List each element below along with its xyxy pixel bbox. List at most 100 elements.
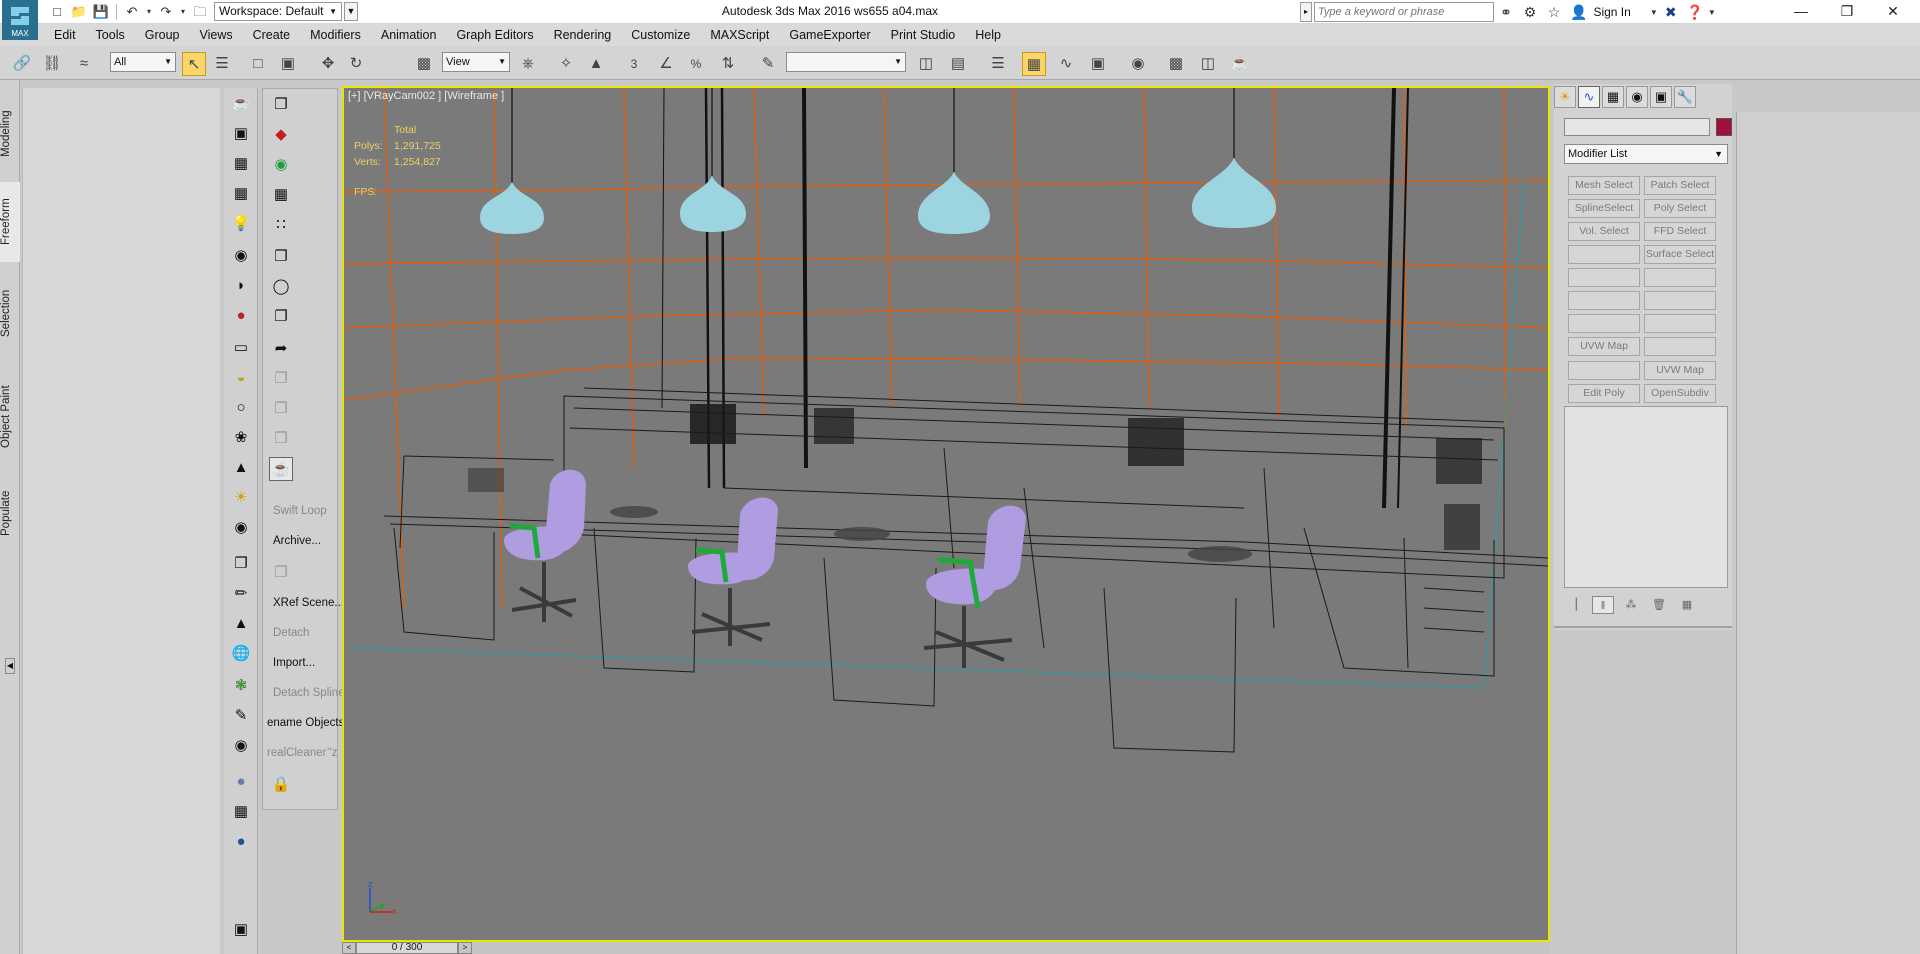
app-menu-button[interactable]: MAX [2, 0, 38, 40]
cube-remove-icon[interactable]: ❐ [269, 427, 293, 451]
modifier-button[interactable]: Poly Select [1644, 199, 1716, 218]
modifier-button[interactable]: SplineSelect [1568, 199, 1640, 218]
light-bulb-icon[interactable]: 💡 [229, 212, 253, 236]
show-end-result-icon[interactable]: ‖ [1592, 596, 1614, 614]
help-dropdown-icon[interactable]: ▼ [1707, 8, 1717, 17]
viewport-perspective[interactable]: [+] [VRayCam002 ] [Wireframe ] Total Pol… [342, 86, 1550, 942]
layer-manager-icon[interactable]: ☰ [986, 52, 1010, 76]
modify-tab-icon[interactable]: ∿ [1578, 86, 1600, 108]
menu-graph-editors[interactable]: Graph Editors [446, 25, 543, 45]
cube-stack-icon[interactable]: ❐ [229, 552, 253, 576]
select-and-manipulate-icon[interactable]: ✧ [554, 52, 578, 76]
camera-green-icon[interactable]: ◉ [269, 153, 293, 177]
object-name-field[interactable] [1564, 118, 1710, 136]
menu-print-studio[interactable]: Print Studio [881, 25, 966, 45]
detach-spline-button[interactable]: Detach Spline [273, 687, 345, 699]
minimize-button[interactable]: — [1778, 0, 1824, 24]
modifier-button[interactable] [1568, 268, 1640, 287]
shaded-sphere-icon[interactable]: ● [229, 770, 253, 794]
arrow-redirect-icon[interactable]: ➦ [269, 337, 293, 361]
hierarchy-tab-icon[interactable]: ▦ [1602, 86, 1624, 108]
network-icon[interactable]: ▦ [269, 183, 293, 207]
remove-modifier-icon[interactable]: 🗑 [1648, 596, 1670, 614]
menu-tools[interactable]: Tools [86, 25, 135, 45]
spinner-snap-icon[interactable]: ⇅ [716, 52, 740, 76]
ribbon-collapse-button[interactable]: ◀ [5, 658, 15, 674]
search-expand-arrow-icon[interactable]: ▸ [1300, 2, 1312, 22]
schematic-view-icon[interactable]: ▣ [1086, 52, 1110, 76]
selection-filter-dropdown[interactable]: All ▼ [110, 52, 176, 72]
make-unique-icon[interactable]: ⁂ [1620, 596, 1642, 614]
tab-object-paint[interactable]: Object Paint [0, 370, 20, 464]
close-button[interactable]: ✕ [1870, 0, 1916, 24]
menu-group[interactable]: Group [135, 25, 190, 45]
swift-loop-button[interactable]: Swift Loop [273, 505, 327, 517]
gem-icon[interactable]: ◆ [269, 123, 293, 147]
mirror-icon[interactable]: ◫ [914, 52, 938, 76]
object-color-swatch[interactable] [1716, 118, 1732, 136]
grass-icon[interactable]: ❃ [229, 674, 253, 698]
curve-editor-icon[interactable]: ∿ [1054, 52, 1078, 76]
detach-button[interactable]: Detach [273, 627, 309, 639]
box-wire-icon[interactable]: ❐ [269, 93, 293, 117]
tab-populate[interactable]: Populate [0, 474, 20, 552]
xref-scene-button[interactable]: XRef Scene... [273, 597, 344, 609]
material-editor-icon[interactable]: ◉ [1126, 52, 1150, 76]
configure-modifier-sets-icon[interactable]: ▦ [1676, 596, 1698, 614]
tab-selection[interactable]: Selection [0, 278, 20, 348]
lock-icon[interactable]: 🔒 [269, 773, 293, 797]
time-prev-button[interactable]: < [342, 942, 356, 954]
circle-tool-icon[interactable]: ○ [229, 396, 253, 420]
dome-light-icon[interactable]: ◒ [229, 366, 253, 390]
star-icon[interactable]: ☆ [1542, 4, 1566, 21]
brush-tool-icon[interactable]: ✎ [229, 704, 253, 728]
sun-icon[interactable]: ☀ [229, 486, 253, 510]
disc-icon[interactable]: ◉ [229, 516, 253, 540]
select-and-scale-icon[interactable]: ▩ [412, 52, 436, 76]
menu-views[interactable]: Views [189, 25, 242, 45]
modifier-button[interactable] [1568, 245, 1640, 264]
modifier-button[interactable] [1568, 291, 1640, 310]
pivot-center-icon[interactable]: ⎈ [516, 52, 540, 76]
dots-grid-icon[interactable]: ∷ [269, 213, 293, 237]
cube-grey-icon[interactable]: ❐ [269, 561, 293, 585]
modifier-button[interactable] [1644, 314, 1716, 333]
real-cleaner-button[interactable]: realCleaner’’z [267, 747, 338, 759]
percent-snap-icon[interactable]: % [684, 52, 708, 76]
blue-orb-icon[interactable]: ● [229, 830, 253, 854]
shield-cube-icon[interactable]: ◯ [269, 275, 293, 299]
angle-snap-icon[interactable]: ∠ [654, 52, 678, 76]
camera-icon[interactable]: ◉ [229, 244, 253, 268]
sphere-tool-icon[interactable]: ◗ [229, 274, 253, 298]
window-crossing-icon[interactable]: ▣ [276, 52, 300, 76]
menu-animation[interactable]: Animation [371, 25, 447, 45]
keyboard-shortcut-override-icon[interactable]: ▲ [584, 52, 608, 76]
edit-named-selection-icon[interactable]: ✎ [756, 52, 780, 76]
exchange-apps-icon[interactable]: ✖ [1659, 4, 1683, 21]
render-production-icon[interactable]: ☕ [1228, 52, 1252, 76]
modifier-stack[interactable] [1564, 406, 1728, 588]
cube-add-icon[interactable]: ❐ [269, 397, 293, 421]
modifier-button[interactable] [1644, 268, 1716, 287]
subscription-icon[interactable]: ⚙ [1518, 4, 1542, 21]
snaps-toggle-icon[interactable]: 3 [622, 52, 646, 76]
hill-icon[interactable]: ▲ [229, 612, 253, 636]
tab-freeform[interactable]: Freeform [0, 182, 20, 262]
table-grid-icon[interactable]: ▦ [229, 182, 253, 206]
binoculars-icon[interactable]: ⚭ [1494, 4, 1518, 21]
plant-icon[interactable]: ❀ [229, 426, 253, 450]
modifier-button[interactable] [1644, 291, 1716, 310]
import-button[interactable]: Import... [273, 657, 315, 669]
select-and-link-icon[interactable]: 🔗 [10, 52, 34, 76]
menu-maxscript[interactable]: MAXScript [700, 25, 779, 45]
select-by-name-icon[interactable]: ☰ [210, 52, 234, 76]
menu-gameexporter[interactable]: GameExporter [779, 25, 880, 45]
select-and-move-icon[interactable]: ✥ [316, 52, 340, 76]
render-window-icon[interactable]: ▣ [229, 122, 253, 146]
menu-help[interactable]: Help [965, 25, 1011, 45]
reference-coordinate-dropdown[interactable]: View ▼ [442, 52, 510, 72]
display-tab-icon[interactable]: ▣ [1650, 86, 1672, 108]
time-slider[interactable]: < 0 / 300 > [342, 942, 1550, 954]
scene-explorer-icon[interactable]: ▦ [1022, 52, 1046, 76]
modifier-button[interactable] [1568, 314, 1640, 333]
